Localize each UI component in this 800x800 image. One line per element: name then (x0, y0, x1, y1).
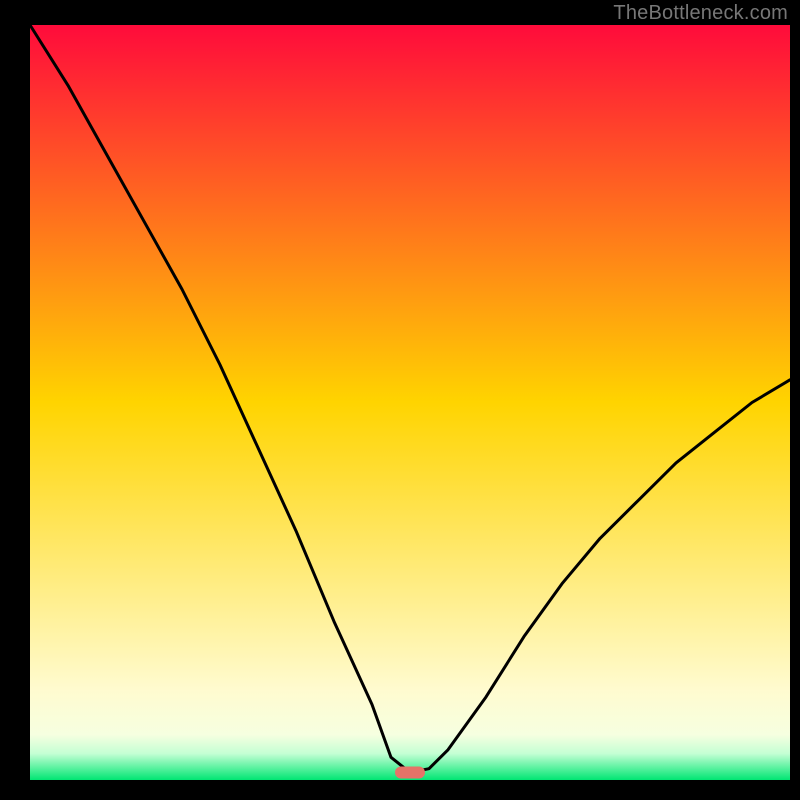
watermark-text: TheBottleneck.com (613, 2, 788, 25)
plot-background (30, 25, 790, 780)
optimum-marker (395, 766, 425, 778)
bottleneck-chart (0, 0, 800, 800)
chart-container: TheBottleneck.com (0, 0, 800, 800)
